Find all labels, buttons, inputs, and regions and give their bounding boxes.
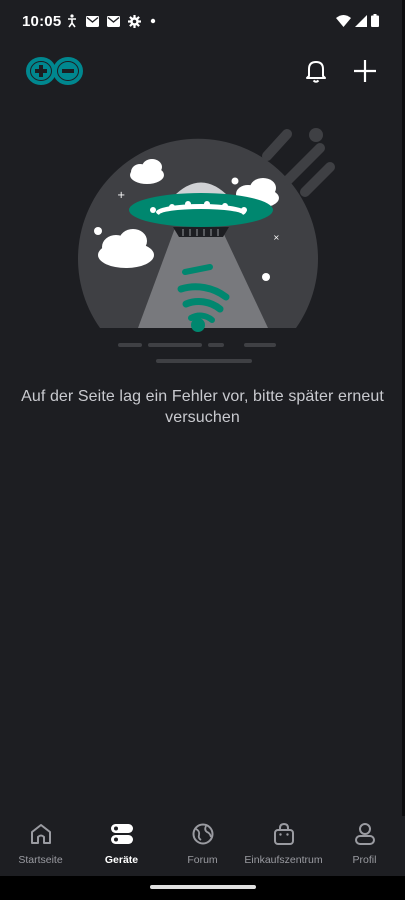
mail-icon — [107, 15, 120, 27]
arduino-logo[interactable] — [26, 56, 84, 91]
nav-label: Profil — [352, 854, 377, 866]
nav-label: Einkaufszentrum — [244, 854, 323, 866]
shopping-bag-icon — [273, 822, 294, 845]
status-bar: 10:05 — [0, 0, 405, 44]
nav-item-forum[interactable]: Forum — [162, 820, 243, 872]
error-message: Auf der Seite lag ein Fehler vor, bitte … — [21, 388, 384, 426]
nav-item-startseite[interactable]: Startseite — [0, 820, 81, 872]
plus-icon — [354, 60, 376, 82]
battery-icon — [371, 14, 379, 27]
profile-icon — [354, 823, 375, 845]
svg-text:+: + — [117, 190, 125, 201]
wifi-icon — [336, 14, 351, 27]
nav-item-einkaufszentrum[interactable]: Einkaufszentrum — [243, 820, 324, 872]
nav-label: Startseite — [18, 854, 63, 866]
devices-icon — [110, 824, 133, 844]
ufo-wifi-illustration: + × — [70, 122, 340, 372]
settings-icon — [128, 14, 141, 28]
status-right-icons — [336, 14, 379, 27]
bottom-navigation: Startseite Geräte Forum Einkaufszentrum … — [0, 816, 405, 876]
nav-label: Geräte — [104, 854, 139, 866]
nav-item-geraete[interactable]: Geräte — [81, 820, 162, 872]
home-icon — [30, 824, 51, 844]
cell-signal-icon — [355, 14, 367, 27]
status-time: 10:05 — [22, 13, 62, 30]
mail-icon — [86, 15, 99, 27]
globe-icon — [192, 823, 213, 845]
gesture-bar — [0, 876, 405, 900]
accessibility-icon — [68, 14, 76, 28]
status-left-icons — [66, 14, 157, 28]
app-header — [0, 48, 405, 98]
add-button[interactable] — [352, 58, 378, 89]
nav-label: Forum — [187, 854, 218, 866]
bell-icon — [306, 61, 326, 83]
home-gesture-handle[interactable] — [150, 885, 256, 889]
svg-text:×: × — [273, 233, 280, 242]
notifications-button[interactable] — [304, 58, 328, 89]
nav-item-profil[interactable]: Profil — [324, 820, 405, 872]
dot-icon — [150, 18, 156, 24]
